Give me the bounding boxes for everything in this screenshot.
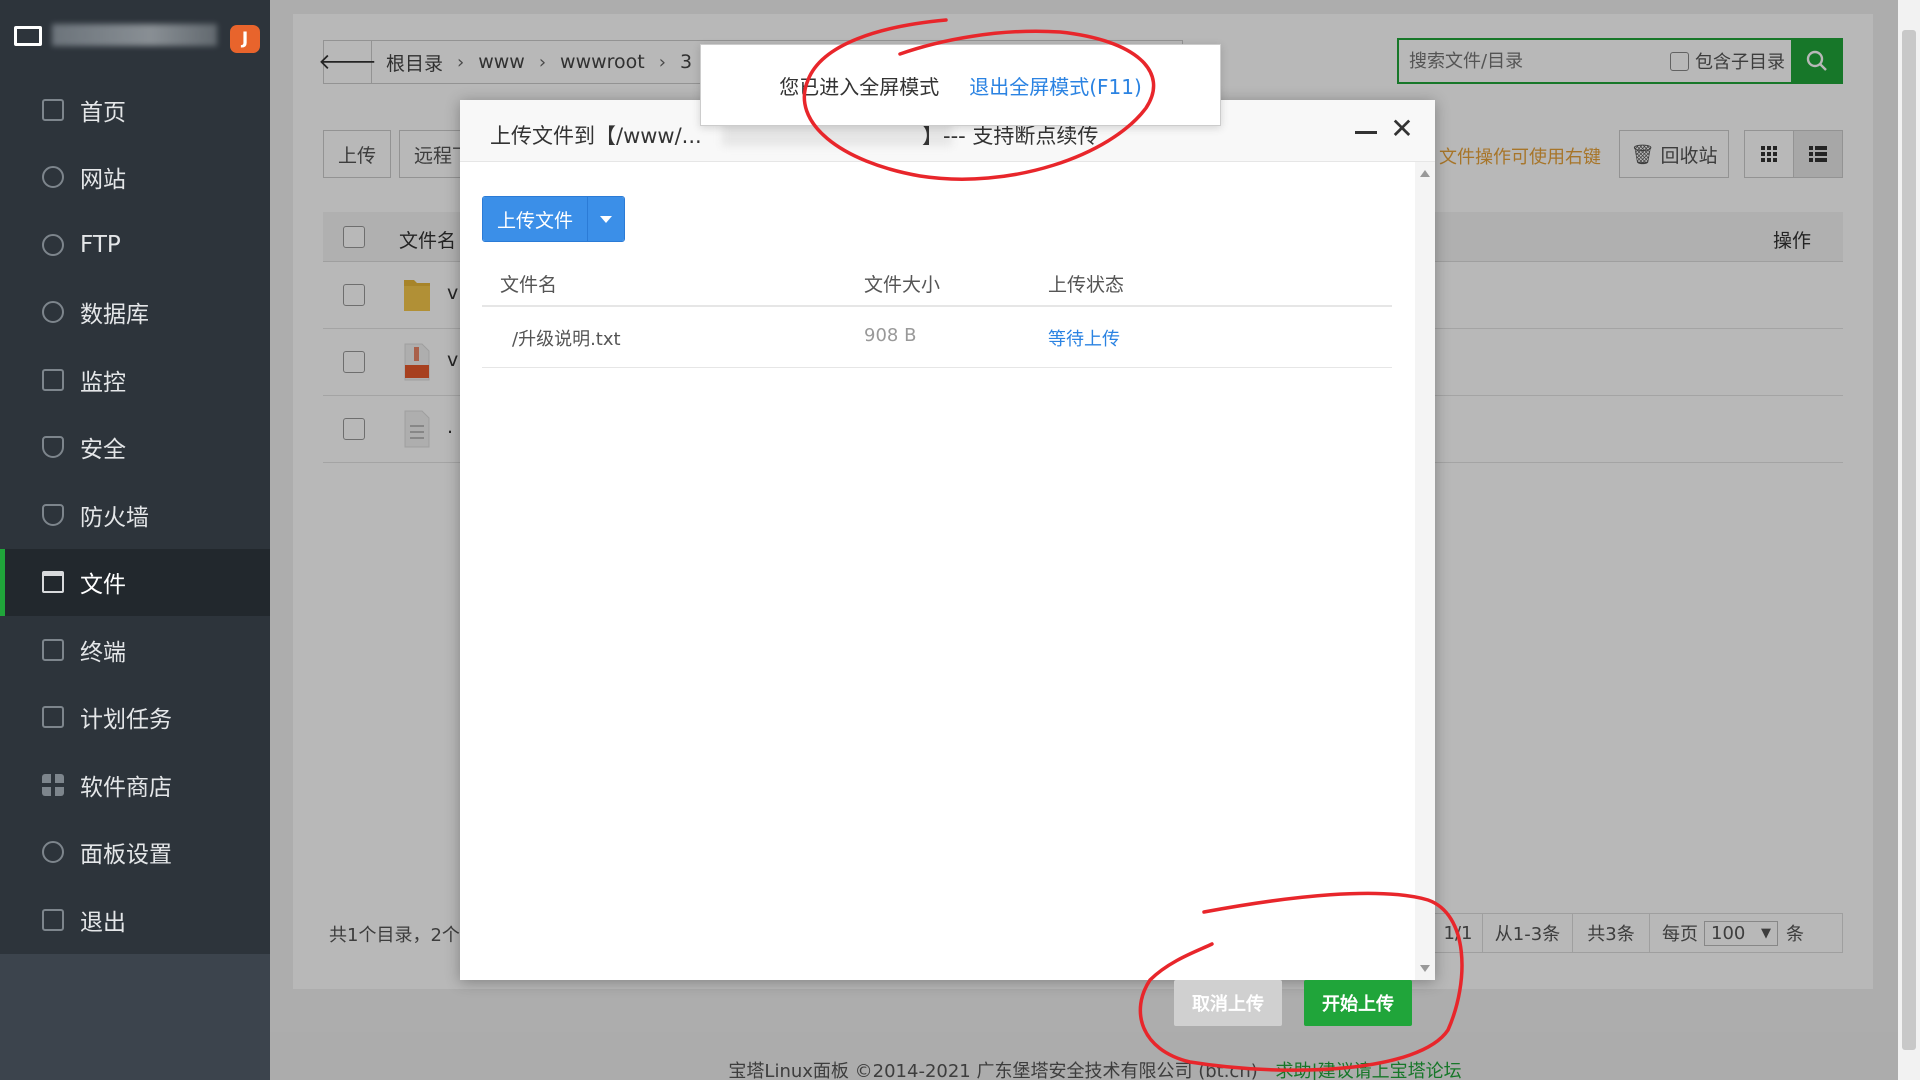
upload-file-name: /升级说明.txt <box>512 329 621 350</box>
sidebar-item-0[interactable]: 首页 <box>0 76 270 144</box>
sidebar-item-label: 文件 <box>80 572 126 599</box>
gear-icon <box>42 841 64 864</box>
upload-dialog-body: 上传文件 文件名 文件大小 上传状态 /升级说明.txt 908 B 等待上传 <box>460 162 1415 980</box>
upload-dialog-title-prefix: 上传文件到【/www/... <box>490 124 702 148</box>
folder-icon <box>42 571 64 594</box>
sidebar-item-8[interactable]: 终端 <box>0 616 270 684</box>
sidebar-item-label: 防火墙 <box>80 504 149 531</box>
minimize-icon[interactable] <box>1355 120 1377 142</box>
sidebar-item-label: 数据库 <box>80 302 149 329</box>
close-icon[interactable]: ✕ <box>1389 115 1415 143</box>
caret-down-icon <box>600 215 612 223</box>
fullscreen-message: 您已进入全屏模式 <box>779 74 940 99</box>
column-header-filesize: 文件大小 <box>864 274 941 296</box>
sidebar-item-label: 首页 <box>80 99 126 126</box>
dialog-scrollbar[interactable] <box>1415 162 1435 980</box>
page-scrollbar-thumb[interactable] <box>1902 30 1916 1050</box>
sidebar-item-10[interactable]: 软件商店 <box>0 751 270 819</box>
sidebar-item-label: 终端 <box>80 639 126 666</box>
exit-fullscreen-link[interactable]: 退出全屏模式(F11) <box>969 71 1142 100</box>
logout-icon <box>42 908 64 931</box>
sidebar-item-11[interactable]: 面板设置 <box>0 819 270 887</box>
cancel-upload-button[interactable]: 取消上传 <box>1174 980 1282 1026</box>
page-scrollbar[interactable] <box>1898 0 1920 1080</box>
sidebar-item-4[interactable]: 监控 <box>0 346 270 414</box>
sidebar-item-label: 网站 <box>80 167 126 194</box>
upload-table-header: 文件名 文件大小 上传状态 <box>482 262 1392 307</box>
sidebar-nav: 首页网站 FTP 数据库监控安全防火墙文件终端计划任务软件商店面板设置退出 <box>0 76 270 954</box>
database-icon <box>42 301 64 324</box>
upload-options-dropdown[interactable] <box>587 197 624 241</box>
user-badge[interactable]: J <box>230 25 260 53</box>
sidebar-item-3[interactable]: 数据库 <box>0 279 270 347</box>
home-icon <box>42 98 64 121</box>
sidebar-item-6[interactable]: 防火墙 <box>0 481 270 549</box>
sidebar-item-1[interactable]: 网站 <box>0 144 270 212</box>
firewall-icon <box>42 503 64 526</box>
fullscreen-notice: 您已进入全屏模式 退出全屏模式(F11) <box>700 44 1221 126</box>
upload-file-button[interactable]: 上传文件 <box>483 197 587 241</box>
column-header-status: 上传状态 <box>1048 274 1125 296</box>
sidebar-item-label: 计划任务 <box>80 707 172 734</box>
upload-dialog: 上传文件到【/www/... 】--- 支持断点续传 ✕ 上传文件 文件名 文件… <box>460 100 1435 980</box>
sidebar-item-label: 监控 <box>80 369 126 396</box>
sidebar-item-label: 安全 <box>80 437 126 464</box>
upload-file-split-button: 上传文件 <box>482 196 625 242</box>
upload-file-size: 908 B <box>864 325 917 346</box>
upload-file-row: /升级说明.txt 908 B 等待上传 <box>482 307 1392 368</box>
sidebar-item-7[interactable]: 文件 <box>0 548 270 616</box>
server-name-redacted <box>52 24 217 46</box>
scroll-up-arrow-icon[interactable] <box>1420 170 1430 177</box>
sidebar-header: J <box>0 0 270 76</box>
globe-icon <box>42 166 64 189</box>
grid-icon <box>42 773 64 796</box>
sidebar-item-9[interactable]: 计划任务 <box>0 684 270 752</box>
sidebar-item-2[interactable]: FTP <box>0 211 270 279</box>
sidebar-item-12[interactable]: 退出 <box>0 886 270 954</box>
calendar-icon <box>42 706 64 729</box>
ftp-icon <box>42 233 64 256</box>
sidebar-item-5[interactable]: 安全 <box>0 414 270 482</box>
server-monitor-icon <box>14 26 42 46</box>
sidebar: J 首页网站 FTP 数据库监控安全防火墙文件终端计划任务软件商店面板设置退出 <box>0 0 270 1080</box>
scroll-down-arrow-icon[interactable] <box>1420 965 1430 972</box>
sidebar-item-label: 软件商店 <box>80 774 172 801</box>
start-upload-button[interactable]: 开始上传 <box>1304 980 1412 1026</box>
column-header-filename: 文件名 <box>500 274 558 296</box>
monitor-chart-icon <box>42 368 64 391</box>
terminal-icon <box>42 638 64 661</box>
upload-file-status: 等待上传 <box>1048 329 1120 350</box>
shield-icon <box>42 436 64 459</box>
sidebar-item-label: 面板设置 <box>80 842 172 869</box>
sidebar-item-label: FTP <box>80 231 121 258</box>
sidebar-item-label: 退出 <box>80 909 126 936</box>
